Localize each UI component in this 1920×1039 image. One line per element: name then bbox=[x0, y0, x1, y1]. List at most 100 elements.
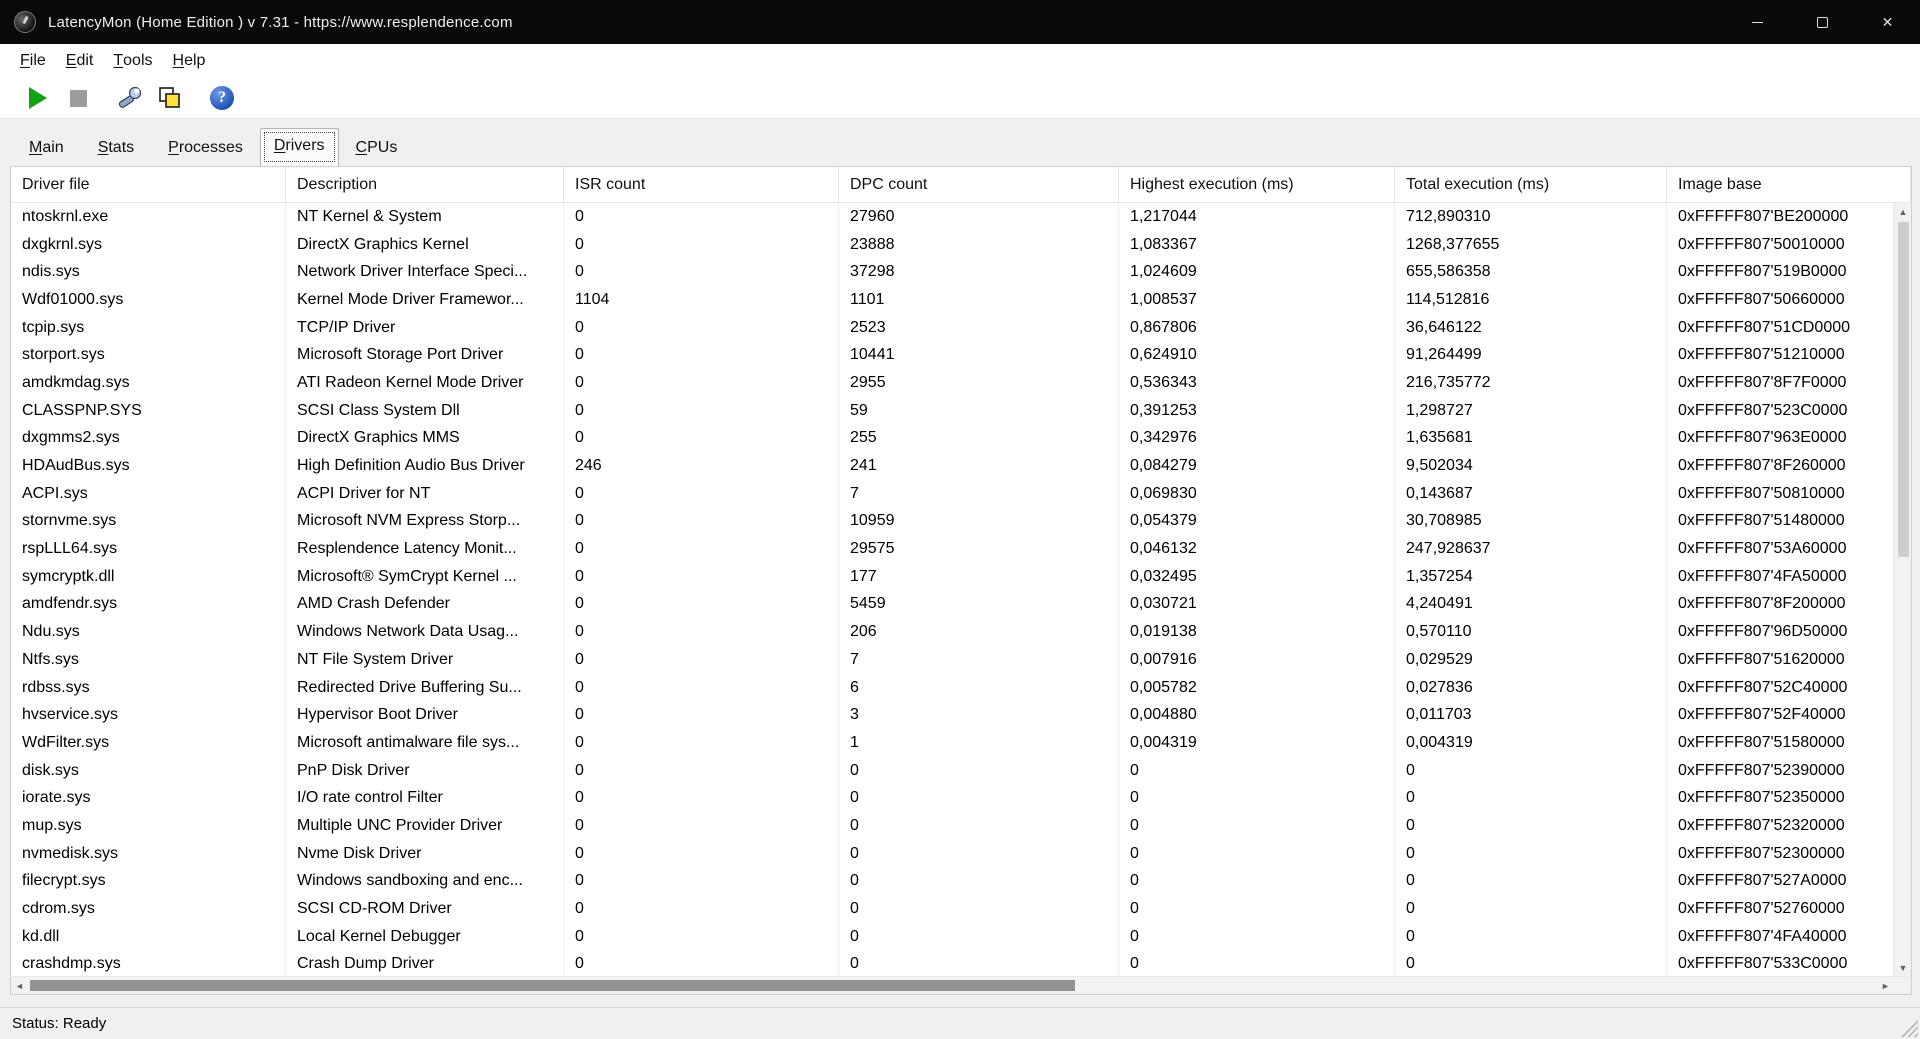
table-cell: 0 bbox=[564, 369, 839, 397]
close-button[interactable]: ✕ bbox=[1855, 0, 1920, 44]
column-header-5[interactable]: Total execution (ms) bbox=[1395, 167, 1667, 202]
table-row[interactable]: storport.sys Microsoft Storage Port Drive… bbox=[11, 341, 1894, 370]
table-row[interactable]: stornvme.sys Microsoft NVM Express Storp.… bbox=[11, 507, 1894, 536]
table-row[interactable]: ntoskrnl.exe NT Kernel & System 0 27960 1,21… bbox=[11, 203, 1894, 231]
table-cell: kd.dll bbox=[11, 922, 286, 951]
scroll-down-icon[interactable]: ▼ bbox=[1895, 959, 1911, 976]
table-cell: 29575 bbox=[839, 535, 1119, 563]
table-row[interactable]: tcpip.sys TCP/IP Driver 0 2523 0,867806 36,64… bbox=[11, 313, 1894, 342]
table-row[interactable]: WdFilter.sys Microsoft antimalware file s… bbox=[11, 729, 1894, 757]
help-button[interactable]: ? bbox=[202, 82, 242, 114]
table-row[interactable]: Ntfs.sys NT File System Driver 0 7 0,007916 0… bbox=[11, 646, 1894, 674]
report-button[interactable] bbox=[150, 82, 190, 114]
table-cell: Wdf01000.sys bbox=[11, 286, 286, 314]
table-cell: cdrom.sys bbox=[11, 895, 286, 923]
table-row[interactable]: nvmedisk.sys Nvme Disk Driver 0 0 0 0 0xFFFFF8… bbox=[11, 839, 1894, 868]
table-cell: 0 bbox=[1119, 922, 1395, 951]
table-cell: 10959 bbox=[839, 507, 1119, 536]
help-icon: ? bbox=[210, 86, 234, 110]
table-row[interactable]: mup.sys Multiple UNC Provider Driver 0 0 0 0 0… bbox=[11, 812, 1894, 840]
tab-cpus[interactable]: CPUs bbox=[339, 132, 415, 166]
scroll-up-icon[interactable]: ▲ bbox=[1895, 203, 1911, 220]
start-monitor-button[interactable] bbox=[18, 82, 58, 114]
tab-stats[interactable]: Stats bbox=[81, 132, 151, 166]
minimize-button[interactable] bbox=[1725, 0, 1790, 44]
table-cell: 0xFFFFF807'52C40000 bbox=[1667, 673, 1894, 702]
table-cell: 0xFFFFF807'523C0000 bbox=[1667, 396, 1894, 425]
table-row[interactable]: dxgkrnl.sys DirectX Graphics Kernel 0 23888… bbox=[11, 230, 1894, 259]
table-cell: rspLLL64.sys bbox=[11, 535, 286, 563]
table-cell: 0 bbox=[564, 673, 839, 702]
menu-item-help[interactable]: Help bbox=[163, 44, 216, 78]
table-cell: 0 bbox=[564, 922, 839, 951]
vertical-scrollbar[interactable]: ▲ ▼ bbox=[1894, 203, 1911, 976]
tab-drivers[interactable]: Drivers bbox=[259, 128, 339, 166]
table-row[interactable]: kd.dll Local Kernel Debugger 0 0 0 0 0xFFFFF80… bbox=[11, 922, 1894, 951]
column-header-1[interactable]: Description bbox=[286, 167, 564, 202]
table-row[interactable]: CLASSPNP.SYS SCSI Class System Dll 0 59 0,39… bbox=[11, 396, 1894, 425]
table-row[interactable]: crashdmp.sys Crash Dump Driver 0 0 0 0 0xFFFFF… bbox=[11, 950, 1894, 976]
table-cell: 0 bbox=[564, 590, 839, 619]
table-row[interactable]: rspLLL64.sys Resplendence Latency Monit..… bbox=[11, 535, 1894, 563]
stop-icon bbox=[69, 89, 87, 107]
table-cell: hvservice.sys bbox=[11, 701, 286, 730]
maximize-button[interactable] bbox=[1790, 0, 1855, 44]
table-row[interactable]: rdbss.sys Redirected Drive Buffering Su..… bbox=[11, 673, 1894, 702]
table-row[interactable]: iorate.sys I/O rate control Filter 0 0 0 0 0xF… bbox=[11, 784, 1894, 813]
table-cell: 0,004319 bbox=[1119, 729, 1395, 757]
maximize-icon bbox=[1817, 16, 1828, 28]
table-row[interactable]: hvservice.sys Hypervisor Boot Driver 0 3 0,0… bbox=[11, 701, 1894, 730]
column-header-0[interactable]: Driver file bbox=[11, 167, 286, 202]
table-row[interactable]: Wdf01000.sys Kernel Mode Driver Framewor.… bbox=[11, 286, 1894, 314]
table-row[interactable]: Ndu.sys Windows Network Data Usag... 0 206 0… bbox=[11, 618, 1894, 646]
resize-grip[interactable] bbox=[1901, 1020, 1918, 1037]
table-cell: tcpip.sys bbox=[11, 313, 286, 342]
table-cell: 0 bbox=[1119, 950, 1395, 976]
table-cell: 0xFFFFF807'8F7F0000 bbox=[1667, 369, 1894, 397]
menu-item-file[interactable]: File bbox=[10, 44, 56, 78]
table-row[interactable]: ndis.sys Network Driver Interface Speci..… bbox=[11, 258, 1894, 287]
scroll-left-icon[interactable]: ◄ bbox=[11, 977, 28, 994]
menu-item-tools[interactable]: Tools bbox=[103, 44, 162, 78]
column-header-2[interactable]: ISR count bbox=[564, 167, 839, 202]
table-cell: HDAudBus.sys bbox=[11, 452, 286, 480]
table-row[interactable]: filecrypt.sys Windows sandboxing and enc.… bbox=[11, 867, 1894, 896]
table-row[interactable]: ACPI.sys ACPI Driver for NT 0 7 0,069830 0,14… bbox=[11, 479, 1894, 508]
table-cell: 0xFFFFF807'533C0000 bbox=[1667, 950, 1894, 976]
table-cell: 0 bbox=[564, 396, 839, 425]
table-row[interactable]: symcryptk.dll Microsoft® SymCrypt Kernel … bbox=[11, 562, 1894, 591]
table-row[interactable]: amdkmdag.sys ATI Radeon Kernel Mode Drive… bbox=[11, 369, 1894, 397]
table-cell: 2523 bbox=[839, 313, 1119, 342]
table-cell: 0 bbox=[564, 341, 839, 370]
table-cell: 0 bbox=[564, 895, 839, 923]
table-cell: 246 bbox=[564, 452, 839, 480]
table-row[interactable]: HDAudBus.sys High Definition Audio Bus Dr… bbox=[11, 452, 1894, 480]
horizontal-scrollbar[interactable]: ◄ ► bbox=[11, 976, 1894, 994]
options-button[interactable] bbox=[110, 82, 150, 114]
tab-main[interactable]: Main bbox=[12, 132, 81, 166]
table-cell: filecrypt.sys bbox=[11, 867, 286, 896]
table-cell: 3 bbox=[839, 701, 1119, 730]
table-row[interactable]: cdrom.sys SCSI CD-ROM Driver 0 0 0 0 0xFFFFF80… bbox=[11, 895, 1894, 923]
table-cell: nvmedisk.sys bbox=[11, 839, 286, 868]
table-cell: Microsoft antimalware file sys... bbox=[286, 729, 564, 757]
table-row[interactable]: amdfendr.sys AMD Crash Defender 0 5459 0,030… bbox=[11, 590, 1894, 619]
app-icon bbox=[14, 11, 36, 33]
table-cell: 206 bbox=[839, 618, 1119, 646]
table-cell: 1,217044 bbox=[1119, 203, 1395, 231]
column-header-6[interactable]: Image base bbox=[1667, 167, 1911, 202]
column-header-4[interactable]: Highest execution (ms) bbox=[1119, 167, 1395, 202]
stop-monitor-button[interactable] bbox=[58, 82, 98, 114]
table-cell: WdFilter.sys bbox=[11, 729, 286, 757]
table-cell: 0xFFFFF807'51210000 bbox=[1667, 341, 1894, 370]
table-row[interactable]: dxgmms2.sys DirectX Graphics MMS 0 255 0,342… bbox=[11, 424, 1894, 453]
column-header-3[interactable]: DPC count bbox=[839, 167, 1119, 202]
tab-processes[interactable]: Processes bbox=[151, 132, 260, 166]
scroll-right-icon[interactable]: ► bbox=[1877, 977, 1894, 994]
vertical-scrollbar-thumb[interactable] bbox=[1897, 222, 1909, 557]
menu-item-edit[interactable]: Edit bbox=[56, 44, 104, 78]
table-row[interactable]: disk.sys PnP Disk Driver 0 0 0 0 0xFFFFF807'52… bbox=[11, 756, 1894, 785]
table-cell: 0 bbox=[1119, 812, 1395, 840]
table-cell: 0 bbox=[839, 839, 1119, 868]
horizontal-scrollbar-thumb[interactable] bbox=[30, 980, 1075, 991]
